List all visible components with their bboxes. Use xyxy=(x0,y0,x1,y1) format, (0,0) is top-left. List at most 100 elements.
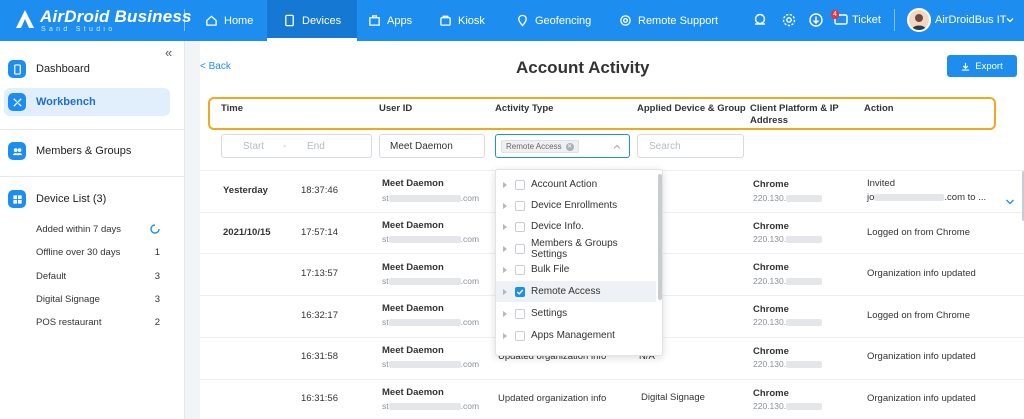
row-platform: Chrome xyxy=(753,346,789,357)
end-date-placeholder: End xyxy=(307,141,325,152)
option-checkbox[interactable] xyxy=(515,221,525,232)
nav-kiosk-label: Kiosk xyxy=(458,14,485,27)
device-group-default[interactable]: Default 3 xyxy=(36,267,160,285)
ticket-label[interactable]: Ticket xyxy=(852,14,881,26)
date-range-picker[interactable]: Start - End xyxy=(221,134,372,158)
dropdown-scrollbar[interactable] xyxy=(658,174,662,300)
email-suffix: .com xyxy=(460,234,480,244)
row-ip: 220.130. xyxy=(753,317,823,327)
sidebar-item-device-list[interactable]: Device List (3) xyxy=(4,185,170,213)
page-title: Account Activity xyxy=(516,58,650,77)
expand-arrow-icon[interactable] xyxy=(503,223,507,230)
settings-gear-icon[interactable] xyxy=(781,12,797,28)
dropdown-option-device-info[interactable]: Device Info. xyxy=(496,216,656,237)
row-ip: 220.130. xyxy=(753,193,823,203)
user-id-value: Meet Daemon xyxy=(390,141,453,152)
email-prefix: st xyxy=(382,359,389,369)
activity-type-dropdown: Account Action Device Enrollments Device… xyxy=(495,169,663,356)
device-group-digital-signage[interactable]: Digital Signage 3 xyxy=(36,290,160,308)
expand-arrow-icon[interactable] xyxy=(503,288,507,295)
row-action: Organization info updated xyxy=(867,268,976,279)
airdroid-logo[interactable]: AirDroid Business Sand Studio xyxy=(14,6,192,36)
row-platform: Chrome xyxy=(753,179,789,190)
airdroid-logo-icon xyxy=(16,10,34,28)
ip-prefix: 220.130. xyxy=(753,276,787,286)
dropdown-option-device-enrollments[interactable]: Device Enrollments xyxy=(496,195,656,216)
row-user-name: Meet Daemon xyxy=(382,262,444,273)
user-id-field[interactable]: Meet Daemon xyxy=(379,134,485,158)
device-list-icon xyxy=(8,190,26,208)
sidebar-item-label: Members & Groups xyxy=(36,145,132,157)
dropdown-option-remote-access[interactable]: Remote Access xyxy=(496,281,656,302)
row-ip: 220.130. xyxy=(753,276,823,286)
dropdown-option-bulk-file[interactable]: Bulk File xyxy=(496,259,656,280)
support-agent-icon[interactable] xyxy=(752,12,768,28)
device-group-added-within-7-days[interactable]: Added within 7 days xyxy=(36,220,160,238)
option-checkbox[interactable] xyxy=(515,179,525,190)
nav-home[interactable]: Home xyxy=(205,0,253,41)
activity-type-select[interactable]: Remote Access ✕ xyxy=(495,134,630,158)
dropdown-option-account-action[interactable]: Account Action xyxy=(496,174,656,195)
option-checkbox[interactable] xyxy=(515,330,525,341)
option-checkbox-checked[interactable] xyxy=(515,286,525,297)
row-platform: Chrome xyxy=(753,221,789,232)
remove-tag-icon[interactable]: ✕ xyxy=(565,142,574,151)
ip-prefix: 220.130. xyxy=(753,359,787,369)
group-count: 3 xyxy=(154,293,160,305)
sidebar-item-workbench[interactable]: Workbench xyxy=(4,88,170,116)
nav-devices[interactable]: Devices xyxy=(267,0,358,41)
row-activity-type: Updated organization info xyxy=(498,393,607,404)
row-platform: Chrome xyxy=(753,304,789,315)
option-checkbox[interactable] xyxy=(515,264,525,275)
email-prefix: st xyxy=(382,234,389,244)
option-label: Device Enrollments xyxy=(531,200,618,211)
search-placeholder: Search xyxy=(649,141,681,152)
group-count: 2 xyxy=(154,316,160,328)
members-icon xyxy=(8,142,26,160)
expand-arrow-icon[interactable] xyxy=(503,266,507,273)
device-group-offline-over-30-days[interactable]: Offline over 30 days 1 xyxy=(36,243,160,261)
nav-geofencing[interactable]: Geofencing xyxy=(516,0,591,41)
expand-arrow-icon[interactable] xyxy=(503,202,507,209)
export-button[interactable]: Export xyxy=(947,55,1017,77)
nav-remote-support[interactable]: Remote Support xyxy=(619,0,718,41)
row-user-email: st .com xyxy=(382,317,479,327)
nav-geofencing-label: Geofencing xyxy=(535,14,592,27)
download-icon[interactable] xyxy=(808,12,824,28)
user-name[interactable]: AirDroidBus IT xyxy=(935,14,1007,26)
sidebar-item-members-groups[interactable]: Members & Groups xyxy=(4,137,170,165)
device-search-input[interactable]: Search xyxy=(637,134,744,158)
nav-apps[interactable]: Apps xyxy=(368,0,412,41)
group-count: 1 xyxy=(154,246,160,258)
option-checkbox[interactable] xyxy=(514,243,525,254)
dashboard-icon xyxy=(8,60,26,78)
selected-tag-remote-access: Remote Access ✕ xyxy=(501,140,579,153)
dropdown-option-apps-management[interactable]: Apps Management xyxy=(496,325,656,346)
row-time: 16:31:56 xyxy=(301,393,338,404)
redacted-text xyxy=(388,403,461,411)
device-group-pos-restaurant[interactable]: POS restaurant 2 xyxy=(36,313,160,331)
row-action: Organization info updated xyxy=(867,351,976,362)
apps-icon xyxy=(369,15,380,26)
sidebar-item-dashboard[interactable]: Dashboard xyxy=(4,55,170,83)
expand-arrow-icon[interactable] xyxy=(503,332,507,339)
back-link[interactable]: < Back xyxy=(200,61,231,72)
redacted-text xyxy=(388,319,461,327)
nav-kiosk[interactable]: Kiosk xyxy=(439,0,485,41)
row-user-email: st .com xyxy=(382,359,479,369)
devices-icon xyxy=(285,14,294,27)
expand-arrow-icon[interactable] xyxy=(503,181,507,188)
row-action: Logged on from Chrome xyxy=(867,310,970,321)
expand-arrow-icon[interactable] xyxy=(503,245,507,252)
dropdown-option-members-groups-settings[interactable]: Members & Groups Settings xyxy=(496,238,656,260)
expand-arrow-icon[interactable] xyxy=(503,310,507,317)
loading-icon xyxy=(150,224,160,234)
option-checkbox[interactable] xyxy=(515,200,525,211)
dropdown-option-settings[interactable]: Settings xyxy=(496,303,656,324)
row-action: Invited xyxy=(867,178,895,189)
expand-chevron-icon[interactable] xyxy=(1005,198,1015,206)
option-checkbox[interactable] xyxy=(515,308,525,319)
user-avatar[interactable] xyxy=(907,8,931,32)
option-label: Account Action xyxy=(531,179,598,190)
chevron-down-icon[interactable] xyxy=(1006,16,1014,24)
